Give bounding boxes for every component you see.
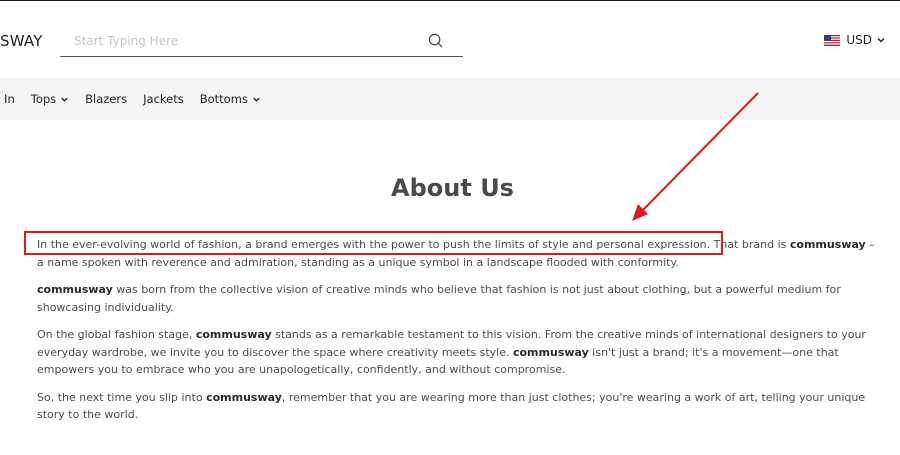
paragraph-text: On the global fashion stage, [37,328,196,341]
site-header: SWAY USD [0,1,900,78]
brand-name: commusway [206,390,282,404]
annotation-highlight-box [24,231,723,255]
nav-item-bottoms[interactable]: Bottoms [200,92,261,106]
about-paragraph: commusway was born from the collective v… [37,281,875,316]
nav-item-jackets[interactable]: Jackets [143,92,184,106]
nav-item-label: Bottoms [199,92,248,106]
paragraph-text: So, the next time you slip into [37,390,207,404]
brand-name: commusway [512,345,589,359]
brand-name: commusway [195,328,272,341]
nav-item-label: Jackets [143,92,184,106]
us-flag-icon [824,34,841,46]
about-paragraph: On the global fashion stage, commusway s… [37,326,875,379]
nav-item-tops[interactable]: Tops [31,92,69,106]
nav-item-label: w In [0,92,15,106]
chevron-down-icon [877,37,885,43]
brand-name: commusway [37,283,113,296]
annotation-arrow-icon [632,92,759,221]
brand-logo[interactable]: SWAY [0,32,43,50]
search-icon[interactable] [428,33,443,48]
nav-item-new-in[interactable]: w In [0,92,15,106]
chevron-down-icon [253,97,260,102]
currency-selector[interactable]: USD [824,33,886,47]
search-input[interactable] [74,29,424,53]
nav-item-blazers[interactable]: Blazers [85,92,127,106]
chevron-down-icon [61,97,68,102]
currency-label: USD [846,33,872,47]
nav-item-label: Blazers [85,92,128,106]
paragraph-text: was born from the collective vision of c… [37,283,841,314]
nav-item-label: Tops [30,92,57,106]
search-bar [60,29,463,57]
about-paragraph: So, the next time you slip into commuswa… [37,389,875,424]
about-content: In the ever-evolving world of fashion, a… [37,236,875,434]
brand-name: commusway [789,238,866,251]
